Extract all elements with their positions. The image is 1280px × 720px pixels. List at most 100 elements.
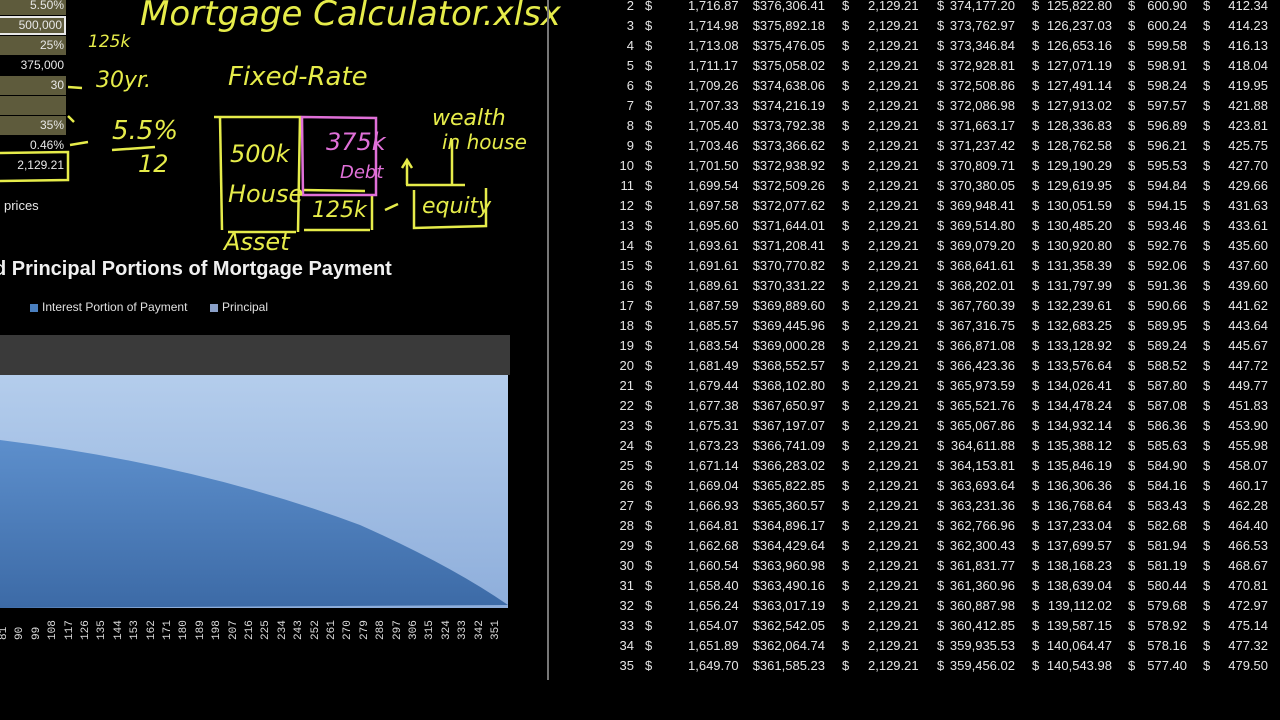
currency-symbol[interactable]: $ bbox=[842, 16, 849, 36]
table-cell[interactable]: 429.66 bbox=[1210, 176, 1268, 196]
currency-symbol[interactable]: $ bbox=[937, 296, 944, 316]
table-cell[interactable]: 1,673.23 bbox=[688, 436, 739, 456]
currency-symbol[interactable]: $ bbox=[645, 36, 652, 56]
currency-symbol[interactable]: $ bbox=[645, 236, 652, 256]
currency-symbol[interactable]: $ bbox=[1128, 376, 1135, 396]
currency-symbol[interactable]: $ bbox=[842, 516, 849, 536]
table-cell[interactable]: 2,129.21 bbox=[868, 56, 919, 76]
table-cell[interactable]: 1,664.81 bbox=[688, 516, 739, 536]
table-cell[interactable]: 126,237.03 bbox=[1040, 16, 1112, 36]
table-cell[interactable]: $362,542.05 bbox=[750, 616, 825, 636]
table-cell[interactable]: 359,456.02 bbox=[945, 656, 1015, 676]
currency-symbol[interactable]: $ bbox=[842, 416, 849, 436]
currency-symbol[interactable]: $ bbox=[842, 116, 849, 136]
table-cell[interactable]: 595.53 bbox=[1140, 156, 1187, 176]
currency-symbol[interactable]: $ bbox=[842, 656, 849, 676]
table-cell[interactable]: 10 bbox=[600, 156, 634, 176]
table-cell[interactable]: 139,587.15 bbox=[1040, 616, 1112, 636]
table-cell[interactable]: 418.04 bbox=[1210, 56, 1268, 76]
currency-symbol[interactable]: $ bbox=[842, 636, 849, 656]
currency-symbol[interactable]: $ bbox=[937, 16, 944, 36]
table-cell[interactable]: 1,689.61 bbox=[688, 276, 739, 296]
table-cell[interactable]: 1,656.24 bbox=[688, 596, 739, 616]
currency-symbol[interactable]: $ bbox=[645, 636, 652, 656]
table-cell[interactable]: 2,129.21 bbox=[868, 396, 919, 416]
table-cell[interactable]: 578.92 bbox=[1140, 616, 1187, 636]
currency-symbol[interactable]: $ bbox=[1032, 376, 1039, 396]
currency-symbol[interactable]: $ bbox=[937, 76, 944, 96]
table-cell[interactable]: 2,129.21 bbox=[868, 456, 919, 476]
currency-symbol[interactable]: $ bbox=[937, 236, 944, 256]
table-cell[interactable]: 1,679.44 bbox=[688, 376, 739, 396]
table-cell[interactable]: 431.63 bbox=[1210, 196, 1268, 216]
table-cell[interactable]: 592.06 bbox=[1140, 256, 1187, 276]
currency-symbol[interactable]: $ bbox=[1032, 316, 1039, 336]
table-cell[interactable]: 136,306.36 bbox=[1040, 476, 1112, 496]
currency-symbol[interactable]: $ bbox=[842, 156, 849, 176]
currency-symbol[interactable]: $ bbox=[937, 36, 944, 56]
table-cell[interactable]: 13 bbox=[600, 216, 634, 236]
table-cell[interactable]: $374,216.19 bbox=[750, 96, 825, 116]
currency-symbol[interactable]: $ bbox=[937, 496, 944, 516]
table-cell[interactable]: $367,650.97 bbox=[750, 396, 825, 416]
table-cell[interactable]: 2,129.21 bbox=[868, 276, 919, 296]
currency-symbol[interactable]: $ bbox=[937, 0, 944, 16]
table-cell[interactable]: 586.36 bbox=[1140, 416, 1187, 436]
currency-symbol[interactable]: $ bbox=[1032, 96, 1039, 116]
currency-symbol[interactable]: $ bbox=[1128, 656, 1135, 676]
currency-symbol[interactable]: $ bbox=[1032, 36, 1039, 56]
table-cell[interactable]: 577.40 bbox=[1140, 656, 1187, 676]
currency-symbol[interactable]: $ bbox=[1032, 396, 1039, 416]
table-cell[interactable]: 5 bbox=[600, 56, 634, 76]
currency-symbol[interactable]: $ bbox=[645, 356, 652, 376]
table-cell[interactable]: 368,202.01 bbox=[945, 276, 1015, 296]
currency-symbol[interactable]: $ bbox=[937, 416, 944, 436]
table-cell[interactable]: 2,129.21 bbox=[868, 376, 919, 396]
table-cell[interactable]: 2,129.21 bbox=[868, 556, 919, 576]
table-cell[interactable]: 373,762.97 bbox=[945, 16, 1015, 36]
table-cell[interactable]: 447.72 bbox=[1210, 356, 1268, 376]
currency-symbol[interactable]: $ bbox=[1128, 56, 1135, 76]
table-cell[interactable]: 138,639.04 bbox=[1040, 576, 1112, 596]
table-cell[interactable]: 1,671.14 bbox=[688, 456, 739, 476]
table-cell[interactable]: 451.83 bbox=[1210, 396, 1268, 416]
table-cell[interactable]: 462.28 bbox=[1210, 496, 1268, 516]
table-cell[interactable]: 370,809.71 bbox=[945, 156, 1015, 176]
table-cell[interactable]: 369,514.80 bbox=[945, 216, 1015, 236]
table-cell[interactable]: 584.90 bbox=[1140, 456, 1187, 476]
currency-symbol[interactable]: $ bbox=[645, 476, 652, 496]
table-cell[interactable]: 128,762.58 bbox=[1040, 136, 1112, 156]
currency-symbol[interactable]: $ bbox=[1128, 336, 1135, 356]
table-cell[interactable]: 22 bbox=[600, 396, 634, 416]
table-cell[interactable]: 475.14 bbox=[1210, 616, 1268, 636]
currency-symbol[interactable]: $ bbox=[842, 436, 849, 456]
table-cell[interactable]: 373,346.84 bbox=[945, 36, 1015, 56]
currency-symbol[interactable]: $ bbox=[645, 156, 652, 176]
table-cell[interactable]: 2,129.21 bbox=[868, 576, 919, 596]
table-cell[interactable]: 136,768.64 bbox=[1040, 496, 1112, 516]
table-cell[interactable]: 1,660.54 bbox=[688, 556, 739, 576]
table-cell[interactable]: 1,654.07 bbox=[688, 616, 739, 636]
table-cell[interactable]: 2,129.21 bbox=[868, 0, 919, 16]
table-cell[interactable]: 18 bbox=[600, 316, 634, 336]
table-cell[interactable]: 364,611.88 bbox=[945, 436, 1015, 456]
table-cell[interactable]: 2,129.21 bbox=[868, 536, 919, 556]
table-cell[interactable]: 126,653.16 bbox=[1040, 36, 1112, 56]
table-cell[interactable]: 594.84 bbox=[1140, 176, 1187, 196]
table-cell[interactable]: 24 bbox=[600, 436, 634, 456]
currency-symbol[interactable]: $ bbox=[1128, 576, 1135, 596]
table-cell[interactable]: 441.62 bbox=[1210, 296, 1268, 316]
currency-symbol[interactable]: $ bbox=[1128, 356, 1135, 376]
table-cell[interactable]: 1,703.46 bbox=[688, 136, 739, 156]
table-cell[interactable]: 132,683.25 bbox=[1040, 316, 1112, 336]
currency-symbol[interactable]: $ bbox=[937, 556, 944, 576]
table-cell[interactable]: 128,336.83 bbox=[1040, 116, 1112, 136]
table-cell[interactable]: 587.80 bbox=[1140, 376, 1187, 396]
table-cell[interactable]: 1,714.98 bbox=[688, 16, 739, 36]
table-cell[interactable]: 1,669.04 bbox=[688, 476, 739, 496]
table-cell[interactable]: 1,695.60 bbox=[688, 216, 739, 236]
table-cell[interactable]: 598.91 bbox=[1140, 56, 1187, 76]
currency-symbol[interactable]: $ bbox=[842, 476, 849, 496]
table-cell[interactable]: 139,112.02 bbox=[1040, 596, 1112, 616]
currency-symbol[interactable]: $ bbox=[1128, 196, 1135, 216]
